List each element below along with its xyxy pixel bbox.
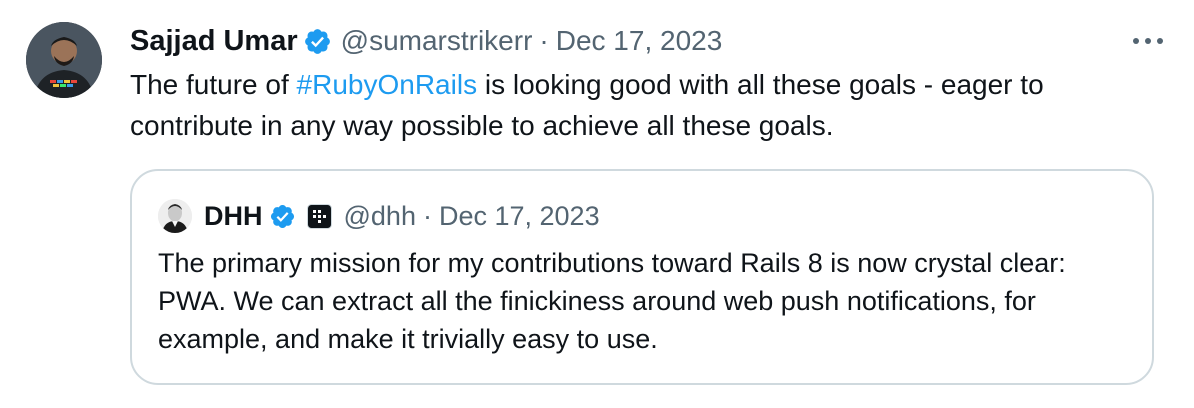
author-handle[interactable]: @sumarstrikerr: [341, 25, 533, 57]
tweet-text-before: The future of: [130, 69, 297, 100]
tweet-header: Sajjad Umar @sumarstrikerr · Dec 17, 202…: [130, 22, 722, 60]
tweet-text: The future of #RubyOnRails is looking go…: [130, 64, 1170, 146]
more-options-button[interactable]: [1128, 27, 1168, 55]
user-avatar-icon: [26, 22, 102, 98]
affiliate-badge-icon[interactable]: [306, 203, 332, 229]
author-avatar[interactable]: [26, 22, 102, 98]
verified-badge-icon[interactable]: [303, 27, 332, 56]
meta-separator: ·: [539, 25, 549, 56]
verified-badge-icon[interactable]: [269, 203, 296, 230]
hashtag-link[interactable]: #RubyOnRails: [297, 69, 478, 100]
quoted-author-avatar[interactable]: [158, 199, 192, 233]
tweet-date[interactable]: Dec 17, 2023: [556, 25, 723, 57]
quoted-author-handle[interactable]: @dhh: [344, 201, 416, 232]
quoted-meta-separator: ·: [422, 200, 432, 231]
quoted-tweet[interactable]: DHH @dhh · Dec 17, 2023 The primary miss…: [130, 169, 1154, 385]
tweet: Sajjad Umar @sumarstrikerr · Dec 17, 202…: [0, 0, 1194, 408]
quoted-author-name[interactable]: DHH: [204, 201, 263, 232]
quoted-tweet-date[interactable]: Dec 17, 2023: [439, 201, 600, 232]
more-options-icon: [1133, 38, 1163, 44]
quoted-tweet-text: The primary mission for my contributions…: [158, 248, 1066, 354]
quoted-tweet-header: DHH @dhh · Dec 17, 2023: [158, 197, 600, 235]
author-name[interactable]: Sajjad Umar: [130, 25, 298, 58]
quoted-avatar-icon: [158, 199, 192, 233]
